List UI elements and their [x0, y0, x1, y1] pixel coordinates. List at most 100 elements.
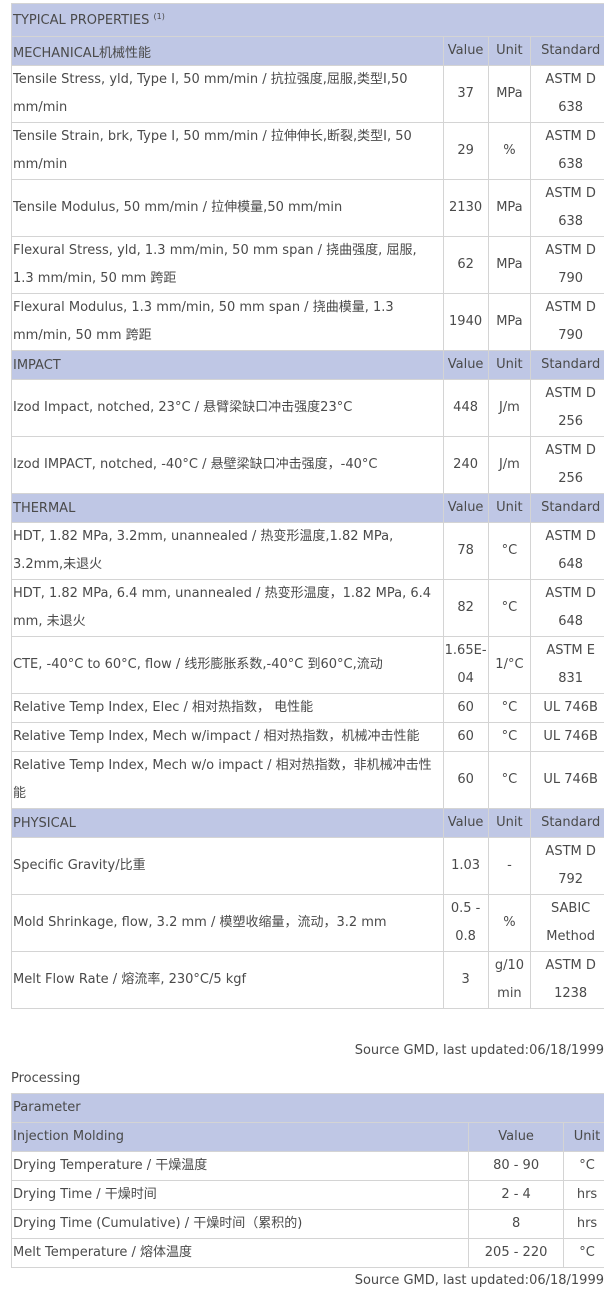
unit-header: Unit — [487, 493, 532, 523]
property-row: Specific Gravity/比重 1.03- ASTM D 792 — [11, 837, 604, 895]
property-unit: % — [487, 894, 532, 952]
processing-value-header: Value — [468, 1122, 565, 1152]
property-name: HDT, 1.82 MPa, 3.2mm, unannealed / 热变形温度… — [11, 522, 444, 580]
property-value: 62 — [442, 236, 489, 294]
property-unit: - — [487, 837, 532, 895]
processing-body: Parameter Injection Molding Value Unit D… — [10, 1093, 604, 1268]
property-row: Tensile Modulus, 50 mm/min / 拉伸模量,50 mm/… — [11, 179, 604, 237]
processing-title-row: Parameter — [11, 1093, 604, 1123]
property-standard: ASTM D 1238 — [530, 951, 604, 1009]
property-standard: ASTM D 256 — [530, 379, 604, 437]
property-value: 240 — [442, 436, 489, 494]
property-name: Flexural Stress, yld, 1.3 mm/min, 50 mm … — [11, 236, 444, 294]
parameter-value: 8 — [468, 1209, 565, 1239]
property-standard: ASTM D 638 — [530, 65, 604, 123]
value-header: Value — [442, 350, 489, 380]
typical-properties-table: TYPICAL PROPERTIES (1) MECHANICAL机械性能 Val… — [11, 3, 604, 1009]
property-row: Izod Impact, notched, 23°C / 悬臂梁缺口冲击强度23… — [11, 379, 604, 437]
section-name: PHYSICAL — [11, 808, 444, 838]
property-name: Relative Temp Index, Mech w/impact / 相对热… — [11, 722, 444, 752]
property-standard: ASTM D 638 — [530, 122, 604, 180]
property-value: 448 — [442, 379, 489, 437]
parameter-unit: hrs — [563, 1180, 604, 1210]
parameter-value: 2 - 4 — [468, 1180, 565, 1210]
property-standard: ASTM D 648 — [530, 522, 604, 580]
property-unit: 1/°C — [487, 636, 532, 694]
property-name: Relative Temp Index, Elec / 相对热指数， 电性能 — [11, 693, 444, 723]
property-name: Melt Flow Rate / 熔流率, 230°C/5 kgf — [11, 951, 444, 1009]
unit-header: Unit — [487, 808, 532, 838]
processing-label: Processing — [11, 1071, 81, 1086]
property-value: 78 — [442, 522, 489, 580]
unit-header: Unit — [487, 350, 532, 380]
processing-section-header: Injection Molding Value Unit — [10, 1122, 604, 1152]
property-row: Tensile Stress, yld, Type I, 50 mm/min /… — [11, 65, 604, 123]
property-value: 37 — [442, 65, 489, 123]
parameter-name: Drying Time / 干燥时间 — [10, 1180, 470, 1210]
property-standard: UL 746B — [530, 722, 604, 752]
footnote-marker: (1) — [153, 11, 165, 21]
property-name: Specific Gravity/比重 — [11, 837, 444, 895]
property-row: Izod IMPACT, notched, -40°C / 悬壁梁缺口冲击强度，… — [11, 436, 604, 494]
property-value: 3 — [442, 951, 489, 1009]
property-standard: ASTM D 792 — [530, 837, 604, 895]
section-header-row: THERMAL Value Unit Standard — [11, 493, 604, 523]
property-unit: °C — [487, 522, 532, 580]
processing-unit-header: Unit — [563, 1122, 604, 1152]
processing-section-name: Injection Molding — [10, 1122, 470, 1152]
section-header-row: PHYSICAL Value Unit Standard — [11, 808, 604, 838]
parameter-name: Drying Temperature / 干燥温度 — [10, 1151, 470, 1181]
property-name: Tensile Stress, yld, Type I, 50 mm/min /… — [11, 65, 444, 123]
source-note: Source GMD, last updated:06/18/1999 — [354, 1043, 604, 1058]
property-row: Flexural Stress, yld, 1.3 mm/min, 50 mm … — [11, 236, 604, 294]
property-unit: MPa — [487, 236, 532, 294]
property-value: 2130 — [442, 179, 489, 237]
standard-header: Standard — [530, 36, 604, 66]
property-row: Relative Temp Index, Mech w/o impact / 相… — [11, 751, 604, 809]
processing-row: Drying Time (Cumulative) / 干燥时间（累积的) 8 hrs — [10, 1209, 604, 1239]
section-header-row: MECHANICAL机械性能 Value Unit Standard — [11, 36, 604, 66]
typical-properties-title-text: TYPICAL PROPERTIES — [13, 12, 150, 28]
parameter-unit: hrs — [563, 1209, 604, 1239]
property-row: Tensile Strain, brk, Type I, 50 mm/min /… — [11, 122, 604, 180]
property-unit: MPa — [487, 65, 532, 123]
processing-title: Parameter — [11, 1093, 604, 1123]
property-name: Relative Temp Index, Mech w/o impact / 相… — [11, 751, 444, 809]
processing-table: Parameter Injection Molding Value Unit D… — [10, 1093, 604, 1268]
property-name: Flexural Modulus, 1.3 mm/min, 50 mm span… — [11, 293, 444, 351]
unit-header: Unit — [487, 36, 532, 66]
property-unit: °C — [487, 693, 532, 723]
processing-row: Drying Time / 干燥时间 2 - 4 hrs — [10, 1180, 604, 1210]
property-name: Izod Impact, notched, 23°C / 悬臂梁缺口冲击强度23… — [11, 379, 444, 437]
property-unit: g/10 min — [487, 951, 532, 1009]
property-value: 29 — [442, 122, 489, 180]
property-row: HDT, 1.82 MPa, 3.2mm, unannealed / 热变形温度… — [11, 522, 604, 580]
property-value: 60 — [442, 693, 489, 723]
property-unit: MPa — [487, 293, 532, 351]
property-row: Relative Temp Index, Mech w/impact / 相对热… — [11, 722, 604, 752]
property-value: 1.03 — [442, 837, 489, 895]
property-row: Relative Temp Index, Elec / 相对热指数， 电性能 60… — [11, 693, 604, 723]
parameter-unit: °C — [563, 1151, 604, 1181]
standard-header: Standard — [530, 493, 604, 523]
property-unit: °C — [487, 579, 532, 637]
property-row: Melt Flow Rate / 熔流率, 230°C/5 kgf 3 g/10 m… — [11, 951, 604, 1009]
property-standard: ASTM E 831 — [530, 636, 604, 694]
value-header: Value — [442, 36, 489, 66]
property-row: Mold Shrinkage, flow, 3.2 mm / 模塑收缩量，流动，… — [11, 894, 604, 952]
parameter-name: Drying Time (Cumulative) / 干燥时间（累积的) — [10, 1209, 470, 1239]
processing-row: Drying Temperature / 干燥温度 80 - 90 °C — [10, 1151, 604, 1181]
property-row: CTE, -40°C to 60°C, flow / 线形膨胀系数,-40°C … — [11, 636, 604, 694]
property-unit: J/m — [487, 436, 532, 494]
property-value: 1.65E-04 — [442, 636, 489, 694]
parameter-unit: °C — [563, 1238, 604, 1268]
property-standard: SABIC Method — [530, 894, 604, 952]
property-name: Tensile Strain, brk, Type I, 50 mm/min /… — [11, 122, 444, 180]
property-standard: ASTM D 790 — [530, 236, 604, 294]
property-row: HDT, 1.82 MPa, 6.4 mm, unannealed / 热变形温… — [11, 579, 604, 637]
parameter-name: Melt Temperature / 熔体温度 — [10, 1238, 470, 1268]
property-standard: UL 746B — [530, 693, 604, 723]
parameter-value: 205 - 220 — [468, 1238, 565, 1268]
property-standard: ASTM D 256 — [530, 436, 604, 494]
property-name: Tensile Modulus, 50 mm/min / 拉伸模量,50 mm/… — [11, 179, 444, 237]
